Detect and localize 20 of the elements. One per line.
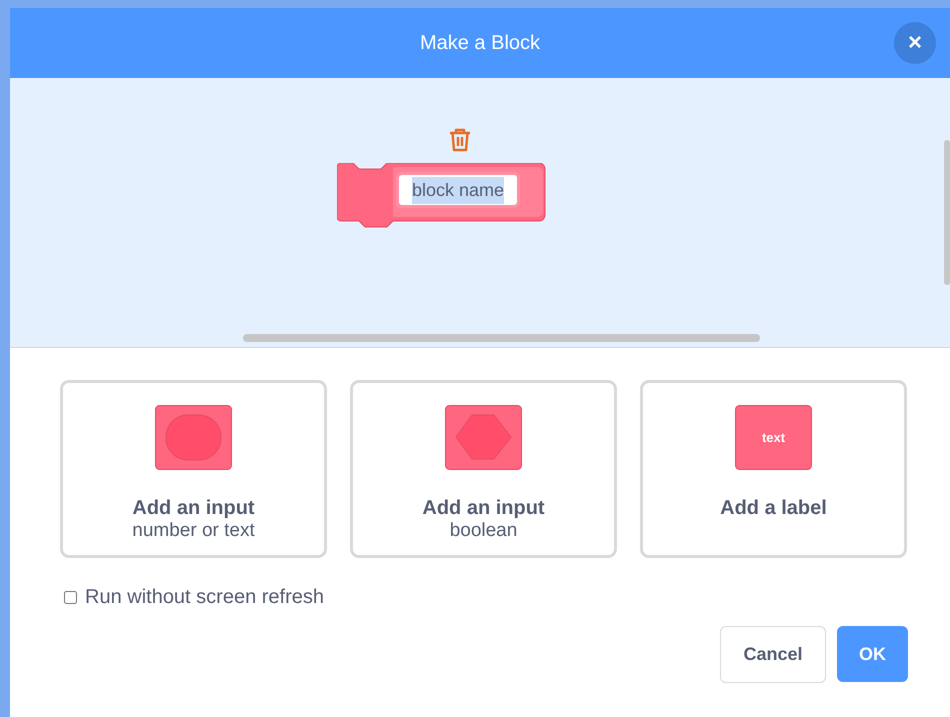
option-title: Add an input bbox=[422, 496, 545, 520]
dialog-title: Make a Block bbox=[420, 31, 540, 56]
option-title: Add a label bbox=[720, 496, 827, 520]
checkbox-label: Run without screen refresh bbox=[85, 585, 324, 610]
vertical-scrollbar[interactable] bbox=[944, 140, 950, 285]
trash-icon[interactable] bbox=[448, 127, 472, 153]
option-card[interactable]: text Add a label bbox=[640, 380, 907, 558]
option-subtitle: number or text bbox=[132, 520, 255, 543]
option-card[interactable]: Add an input number or text bbox=[60, 380, 327, 558]
close-button[interactable]: × bbox=[894, 22, 936, 64]
option-subtitle: boolean bbox=[450, 520, 518, 543]
block-name-field[interactable]: block name bbox=[396, 172, 520, 208]
boolean-input-icon bbox=[445, 405, 522, 470]
number-input-icon bbox=[155, 405, 232, 470]
label-icon: text bbox=[735, 405, 812, 470]
refresh-checkbox[interactable] bbox=[64, 590, 77, 604]
option-title: Add an input bbox=[132, 496, 255, 520]
cancel-button[interactable]: Cancel bbox=[720, 626, 826, 683]
option-card[interactable]: Add an input boolean bbox=[350, 380, 617, 558]
horizontal-scrollbar[interactable] bbox=[243, 334, 760, 342]
